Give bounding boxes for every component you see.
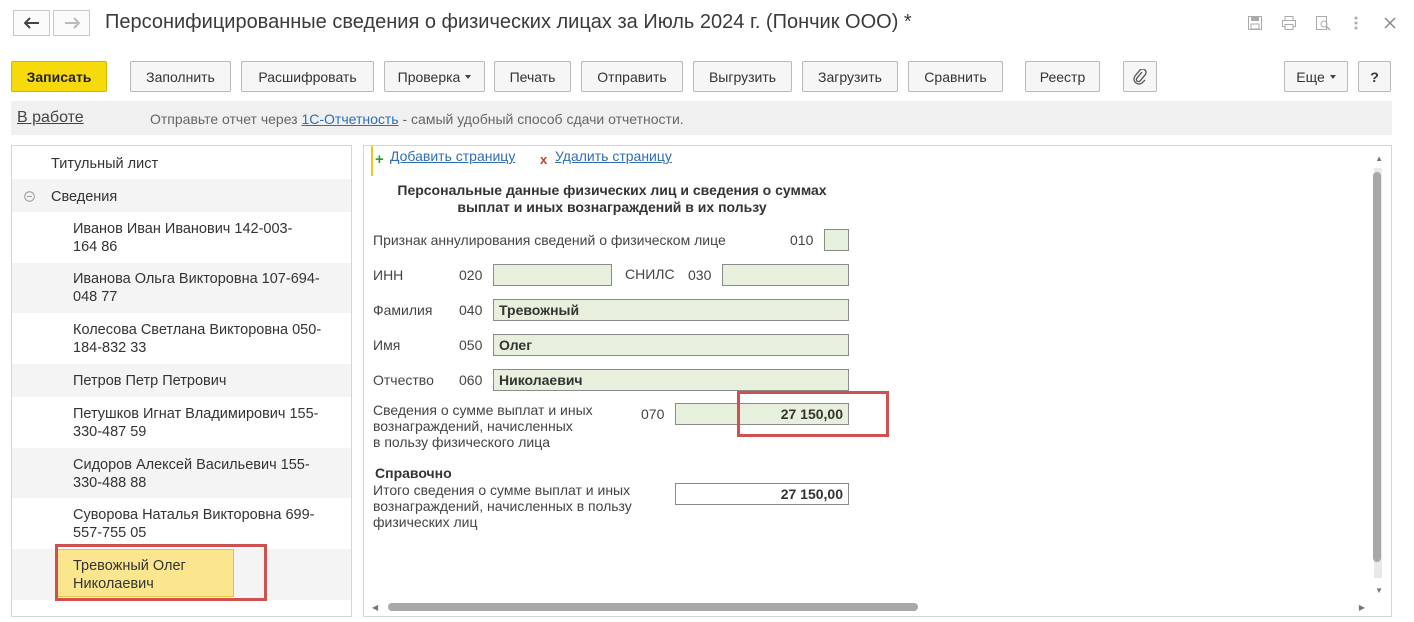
export-button[interactable]: Выгрузить xyxy=(693,61,792,92)
form-heading: Персональные данные физических лиц и све… xyxy=(397,182,827,215)
highlight-frame xyxy=(737,391,889,437)
annul-code: 010 xyxy=(790,232,814,248)
tree-item-person[interactable]: Иванова Ольга Викторовна 107-694- 048 77 xyxy=(12,263,351,313)
person-label: Суворова Наталья Викторовна 699- 557-755… xyxy=(73,507,315,541)
decode-button[interactable]: Расшифровать xyxy=(241,61,374,92)
patronymic-code: 060 xyxy=(459,372,483,388)
info-text-after: - самый удобный способ сдачи отчетности. xyxy=(398,111,684,127)
paperclip-icon xyxy=(1133,68,1147,85)
info-text-before: Отправьте отчет через xyxy=(150,111,302,127)
section-marker xyxy=(365,146,373,176)
status-link[interactable]: В работе xyxy=(17,109,84,127)
annul-label: Признак аннулирования сведений о физичес… xyxy=(373,232,726,248)
add-page-link[interactable]: Добавить страницу xyxy=(390,148,515,164)
import-button[interactable]: Загрузить xyxy=(802,61,898,92)
chevron-down-icon xyxy=(465,74,472,79)
info-message: Отправьте отчет через 1С-Отчетность - са… xyxy=(150,111,684,127)
more-button-label: Еще xyxy=(1296,68,1325,85)
reference-title: Справочно xyxy=(375,465,452,481)
lastname-field[interactable]: Тревожный xyxy=(493,299,849,321)
arrow-right-icon xyxy=(64,17,80,29)
close-icon[interactable] xyxy=(1382,15,1398,31)
registry-button[interactable]: Реестр xyxy=(1025,61,1100,92)
help-button[interactable]: ? xyxy=(1358,61,1391,92)
horizontal-scrollbar-thumb[interactable] xyxy=(388,603,918,611)
back-button[interactable] xyxy=(13,10,50,36)
snils-code: 030 xyxy=(688,267,712,283)
person-label: Иванова Ольга Викторовна 107-694- 048 77 xyxy=(73,271,320,305)
patronymic-field[interactable]: Николаевич xyxy=(493,369,849,391)
info-bar: В работе Отправьте отчет через 1С-Отчетн… xyxy=(11,101,1392,135)
tree-item-person[interactable]: Иванов Иван Иванович 142-003- 164 86 xyxy=(12,212,351,263)
person-label: Иванов Иван Иванович 142-003- 164 86 xyxy=(73,221,293,255)
scroll-up-icon[interactable]: ▲ xyxy=(1375,154,1383,163)
person-label: Петров Петр Петрович xyxy=(73,373,227,389)
tree-item-person[interactable]: Петушков Игнат Владимирович 155- 330-487… xyxy=(12,397,351,448)
snils-field[interactable] xyxy=(722,264,849,286)
inn-label: ИНН xyxy=(373,267,404,283)
firstname-label: Имя xyxy=(373,337,401,353)
window-title: Персонифицированные сведения о физически… xyxy=(105,11,912,33)
person-label: Сидоров Алексей Васильевич 155- 330-488 … xyxy=(73,457,310,491)
fill-button[interactable]: Заполнить xyxy=(130,61,231,92)
check-button-label: Проверка xyxy=(397,68,461,85)
print-icon[interactable] xyxy=(1281,15,1297,31)
tree-item-person[interactable]: Суворова Наталья Викторовна 699- 557-755… xyxy=(12,498,351,549)
more-dropdown-button[interactable]: Еще xyxy=(1284,61,1348,92)
report-form: + Добавить страницу x Удалить страницу П… xyxy=(363,145,1392,617)
delete-page-link[interactable]: Удалить страницу xyxy=(555,148,672,164)
add-icon: + xyxy=(375,151,384,168)
payments-label: Сведения о сумме выплат и иных вознаграж… xyxy=(373,402,593,450)
snils-label: СНИЛС xyxy=(625,266,675,282)
save-icon[interactable] xyxy=(1247,15,1263,31)
collapse-icon[interactable] xyxy=(24,191,35,202)
scroll-right-icon[interactable]: ▶ xyxy=(1359,603,1365,612)
tree-item-label: Титульный лист xyxy=(51,156,159,172)
inn-code: 020 xyxy=(459,267,483,283)
annul-checkbox[interactable] xyxy=(824,229,849,251)
patronymic-label: Отчество xyxy=(373,372,434,388)
compare-button[interactable]: Сравнить xyxy=(908,61,1003,92)
firstname-code: 050 xyxy=(459,337,483,353)
person-label: Петушков Игнат Владимирович 155- 330-487… xyxy=(73,406,319,440)
more-vertical-icon[interactable] xyxy=(1348,15,1364,31)
tree-item-person[interactable]: Колесова Светлана Викторовна 050- 184-83… xyxy=(12,313,351,364)
tree-item-title-page[interactable]: Титульный лист xyxy=(12,146,351,179)
scroll-down-icon[interactable]: ▼ xyxy=(1375,586,1383,595)
attach-button[interactable] xyxy=(1123,61,1157,92)
total-field: 27 150,00 xyxy=(675,483,849,505)
vertical-scrollbar-thumb[interactable] xyxy=(1373,172,1381,562)
highlight-frame xyxy=(55,544,267,601)
tree-item-person[interactable]: Сидоров Алексей Васильевич 155- 330-488 … xyxy=(12,448,351,498)
forward-button[interactable] xyxy=(53,10,90,36)
person-label: Колесова Светлана Викторовна 050- 184-83… xyxy=(73,322,322,356)
send-button[interactable]: Отправить xyxy=(581,61,683,92)
reporting-service-link[interactable]: 1С-Отчетность xyxy=(301,111,398,127)
inn-field[interactable] xyxy=(493,264,612,286)
print-button[interactable]: Печать xyxy=(494,61,571,92)
tree-group-details[interactable]: Сведения xyxy=(12,179,351,212)
check-dropdown-button[interactable]: Проверка xyxy=(384,61,485,92)
arrow-left-icon xyxy=(23,17,39,29)
tree-item-person[interactable]: Петров Петр Петрович xyxy=(12,364,351,397)
payments-code: 070 xyxy=(641,406,665,422)
lastname-code: 040 xyxy=(459,302,483,318)
preview-icon[interactable] xyxy=(1315,15,1331,31)
save-button[interactable]: Записать xyxy=(11,61,107,92)
scroll-left-icon[interactable]: ◀ xyxy=(372,603,378,612)
chevron-down-icon xyxy=(1329,74,1336,79)
delete-icon: x xyxy=(540,152,548,167)
total-label: Итого сведения о сумме выплат и иных воз… xyxy=(373,482,632,530)
tree-group-label: Сведения xyxy=(51,189,118,205)
lastname-label: Фамилия xyxy=(373,302,433,318)
firstname-field[interactable]: Олег xyxy=(493,334,849,356)
